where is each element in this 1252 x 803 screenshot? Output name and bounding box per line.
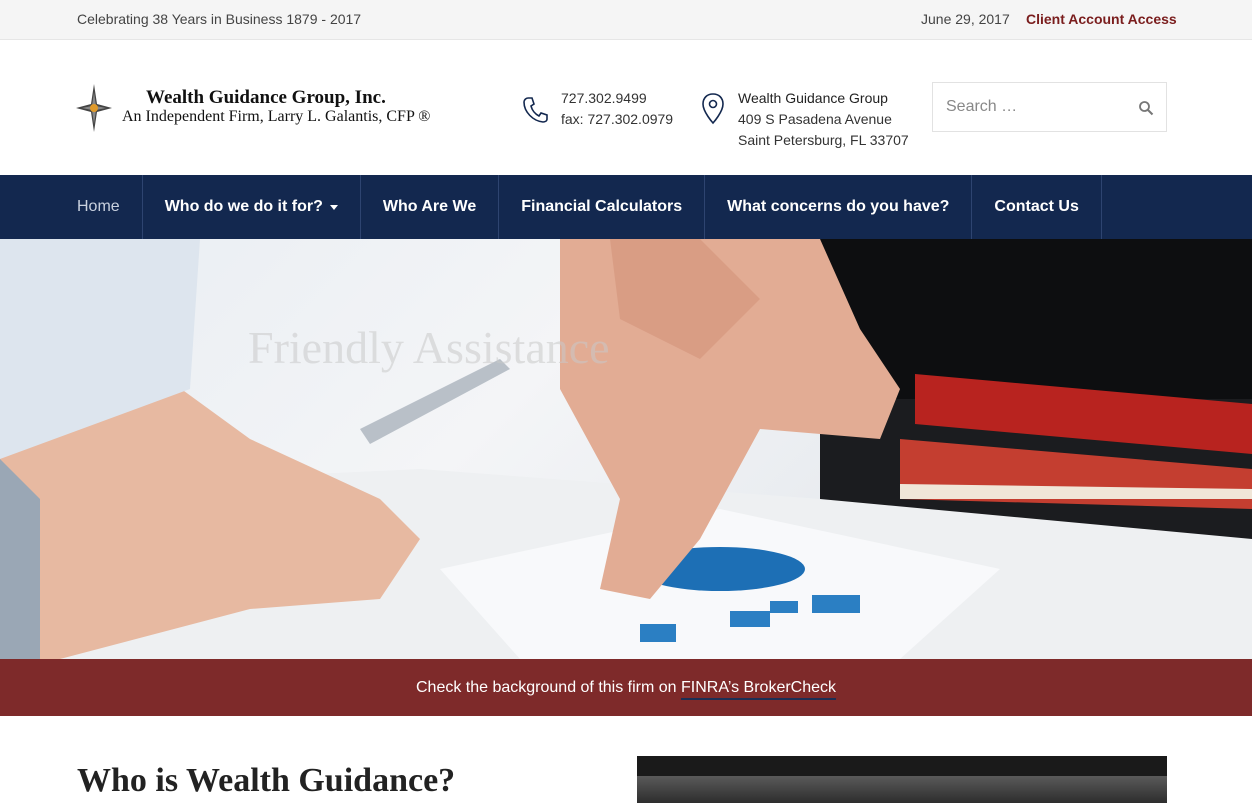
logo-name: Wealth Guidance Group, Inc.: [146, 87, 386, 108]
address-name: Wealth Guidance Group: [738, 90, 888, 106]
nav-item-label: Financial Calculators: [521, 198, 683, 215]
nav-item-label: What concerns do you have?: [727, 198, 950, 215]
anniversary-text: Celebrating 38 Years in Business 1879 - …: [77, 11, 362, 27]
top-bar: Celebrating 38 Years in Business 1879 - …: [0, 0, 1252, 40]
hero-overlay-text: Friendly Assistance: [248, 322, 610, 373]
address-street: 409 S Pasadena Avenue: [738, 111, 892, 127]
nav-item-contact-us[interactable]: Contact Us: [972, 175, 1102, 239]
nav-item-label: Who Are We: [382, 198, 477, 215]
nav-item-label: Contact Us: [994, 198, 1079, 215]
site-logo[interactable]: Wealth Guidance Group, Inc. An Independe…: [76, 84, 456, 134]
brokercheck-link[interactable]: FINRA’s BrokerCheck: [681, 679, 837, 700]
site-header: Wealth Guidance Group, Inc. An Independe…: [0, 40, 1252, 175]
section-title: Who is Wealth Guidance?: [77, 762, 456, 799]
compass-star-icon: [76, 84, 112, 132]
map-pin-icon: [702, 93, 724, 125]
nav-item-who-are-we[interactable]: Who Are We: [361, 175, 500, 239]
client-account-access-link[interactable]: Client Account Access: [1026, 11, 1177, 27]
search-icon[interactable]: [1138, 100, 1154, 116]
banner-text: Check the background of this firm on: [415, 679, 682, 696]
current-date: June 29, 2017: [921, 11, 1010, 27]
nav-item-financial-calculators[interactable]: Financial Calculators: [499, 175, 706, 239]
hero-image: Friendly Assistance: [0, 239, 1252, 659]
phone-number[interactable]: 727.302.9499: [561, 88, 673, 109]
nav-item-who-do-we-do-it-for[interactable]: Who do we do it for?: [143, 175, 361, 239]
hero-illustration: [0, 239, 1252, 659]
nav-item-home[interactable]: Home: [77, 175, 143, 239]
nav-item-label: Home: [77, 198, 120, 215]
address-city: Saint Petersburg, FL 33707: [738, 132, 909, 148]
logo-tagline: An Independent Firm, Larry L. Galantis, …: [122, 108, 431, 125]
main-nav: Home Who do we do it for? Who Are We Fin…: [0, 175, 1252, 239]
brokercheck-banner: Check the background of this firm on FIN…: [0, 659, 1252, 716]
search-input[interactable]: [934, 84, 1124, 130]
chevron-down-icon: [329, 204, 338, 210]
phone-icon: [523, 97, 548, 123]
nav-item-what-concerns[interactable]: What concerns do you have?: [705, 175, 973, 239]
video-preview-frame: [637, 776, 1167, 803]
video-thumbnail[interactable]: [637, 756, 1167, 803]
nav-item-label: Who do we do it for?: [164, 198, 323, 215]
search-box: [932, 82, 1167, 132]
fax-number: fax: 727.302.0979: [561, 111, 674, 127]
